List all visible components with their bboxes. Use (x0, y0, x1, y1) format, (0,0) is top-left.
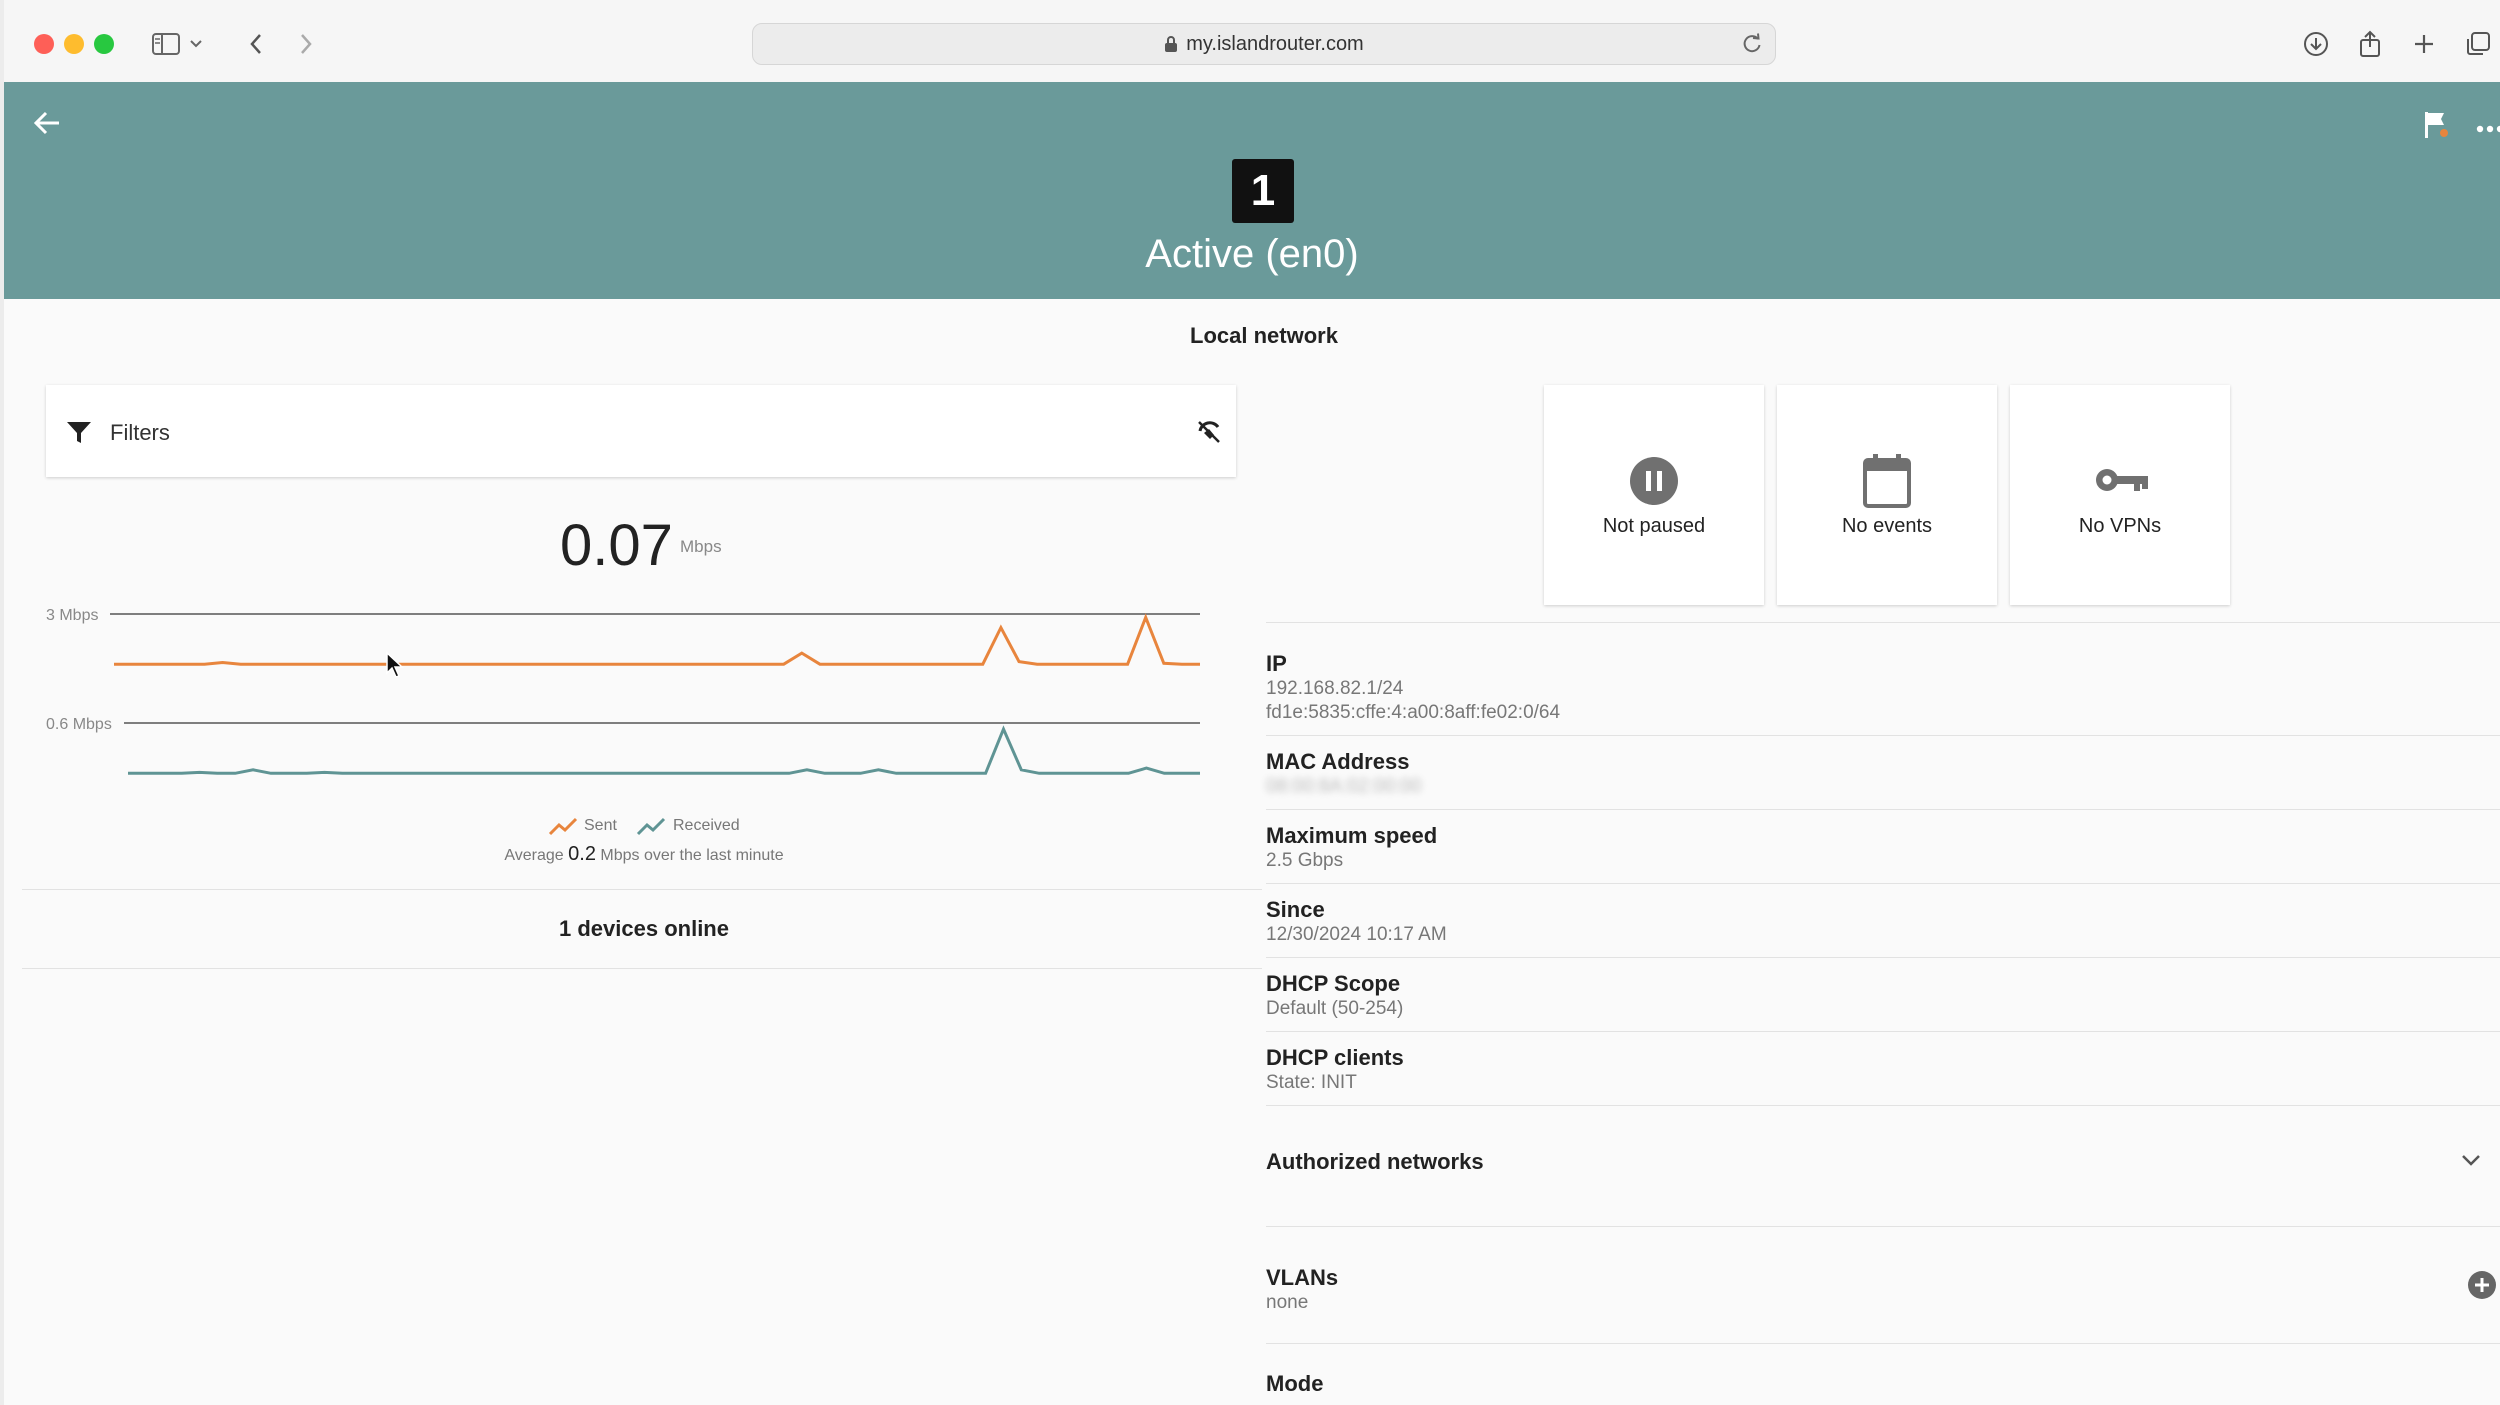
sent-series-line (114, 613, 1200, 666)
divider (1266, 1031, 2500, 1032)
sidebar-icon[interactable] (146, 24, 186, 64)
clear-filters-icon[interactable] (1196, 419, 1222, 450)
mac-label: MAC Address (1266, 749, 1410, 774)
average-prefix: Average (504, 847, 564, 864)
max-speed-label: Maximum speed (1266, 823, 1438, 848)
dhcp-clients-value[interactable]: State: INIT (1266, 1072, 1357, 1094)
max-speed-value: 2.5 Gbps (1266, 850, 1344, 871)
sent-chart-ymax-label: 3 Mbps (46, 607, 98, 624)
received-legend-label: Received (673, 817, 740, 834)
received-series-line (128, 725, 1200, 775)
pause-tile-label: Not paused (1602, 515, 1706, 537)
sent-legend-icon (548, 816, 578, 841)
received-legend-icon (636, 816, 666, 841)
url-text: my.islandrouter.com (1186, 32, 1364, 55)
average-suffix: Mbps over the last minute (600, 847, 784, 864)
back-icon[interactable] (236, 24, 276, 64)
authorized-networks-label[interactable]: Authorized networks (1266, 1149, 1484, 1175)
ip-v6-value: fd1e:5835:cffe:4:a00:8aff:fe02:0/64 (1266, 702, 1561, 723)
throughput-value: 0.07 (560, 513, 673, 578)
divider (1266, 622, 2500, 623)
divider (22, 968, 1262, 969)
traffic-charts: 3 Mbps 0.6 Mbps (46, 607, 1200, 775)
since-label: Since (1266, 897, 1325, 922)
chevron-down-icon[interactable] (186, 24, 206, 64)
received-chart-ymax-label: 0.6 Mbps (46, 716, 112, 733)
divider (22, 889, 1262, 890)
new-tab-icon[interactable] (2404, 24, 2444, 64)
mouse-cursor (386, 651, 404, 678)
divider (1266, 883, 2500, 884)
browser-toolbar: my.islandrouter.com (4, 0, 2500, 83)
forward-icon[interactable] (286, 24, 326, 64)
share-icon[interactable] (2350, 24, 2390, 64)
download-icon[interactable] (2296, 24, 2336, 64)
events-tile-label: No events (1841, 515, 1933, 537)
vpn-tile[interactable]: No VPNs (2010, 385, 2230, 605)
back-arrow-icon[interactable] (32, 108, 62, 143)
vlans-label: VLANs (1266, 1265, 1339, 1290)
reload-icon[interactable] (1741, 33, 1763, 55)
throughput-unit: Mbps (680, 537, 722, 556)
mode-label: Mode (1266, 1371, 1324, 1396)
dhcp-scope-label[interactable]: DHCP Scope (1266, 971, 1400, 997)
sent-legend-label: Sent (584, 817, 617, 834)
events-tile[interactable]: No events (1777, 385, 1997, 605)
divider (1266, 1343, 2500, 1344)
filters-card[interactable]: Filters (46, 385, 1236, 477)
dhcp-clients-label[interactable]: DHCP clients (1266, 1045, 1404, 1071)
since-value: 12/30/2024 10:17 AM (1266, 924, 1447, 945)
vlans-value: none (1266, 1292, 1309, 1313)
pause-tile[interactable]: Not paused (1544, 385, 1764, 605)
add-vlan-icon[interactable] (2467, 1270, 2497, 1305)
lock-icon (1164, 35, 1178, 53)
browser-window: my.islandrouter.com 1 Active (en0) Local… (4, 0, 2500, 1405)
minimize-window-button[interactable] (64, 34, 84, 54)
pause-circle-icon (1629, 456, 1679, 511)
tabs-overview-icon[interactable] (2458, 24, 2498, 64)
flag-icon[interactable] (2422, 110, 2450, 145)
port-number-badge: 1 (1232, 159, 1294, 223)
port-header: 1 Active (en0) (4, 82, 2500, 299)
port-status-title: Active (en0) (1145, 232, 1359, 276)
dhcp-scope-value[interactable]: Default (50-254) (1266, 998, 1403, 1020)
ip-label: IP (1266, 651, 1287, 676)
chevron-down-icon[interactable] (2460, 1152, 2482, 1173)
devices-online[interactable]: 1 devices online (4, 916, 1284, 942)
section-title: Local network (1190, 323, 1338, 348)
average-throughput: Average 0.2 Mbps over the last minute (4, 843, 1284, 866)
address-bar[interactable]: my.islandrouter.com (752, 23, 1776, 65)
divider (1266, 1226, 2500, 1227)
divider (1266, 735, 2500, 736)
close-window-button[interactable] (34, 34, 54, 54)
mac-value-redacted: 08:00:8A:02:00:00 (1266, 776, 1422, 797)
divider (1266, 1105, 2500, 1106)
filter-icon (66, 421, 92, 450)
vpn-tile-label: No VPNs (2078, 515, 2162, 537)
more-icon[interactable] (2476, 120, 2500, 138)
ip-v4-value: 192.168.82.1/24 (1266, 678, 1404, 699)
average-value: 0.2 (568, 843, 596, 865)
divider (1266, 957, 2500, 958)
calendar-icon (1862, 453, 1912, 514)
filters-label: Filters (110, 420, 170, 445)
key-icon (2094, 465, 2150, 500)
divider (1266, 809, 2500, 810)
zoom-window-button[interactable] (94, 34, 114, 54)
